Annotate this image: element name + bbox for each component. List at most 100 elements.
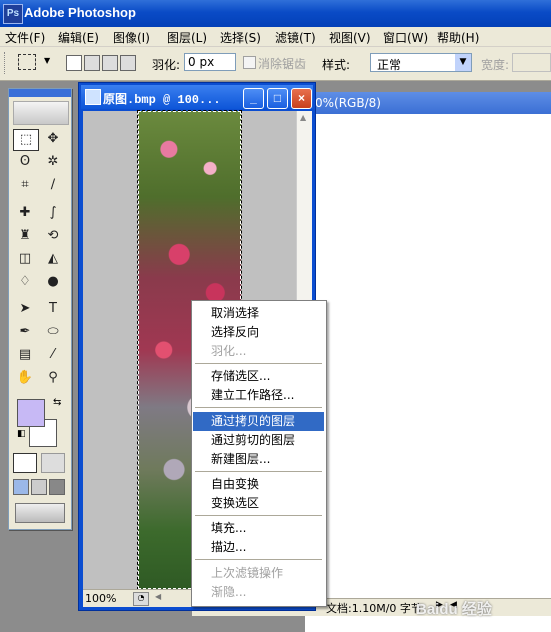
- options-bar: ▼ 羽化: 0 px 消除锯齿 样式: 正常 ▼ 宽度:: [0, 47, 551, 81]
- clone-stamp-icon[interactable]: ♜: [13, 226, 37, 246]
- jump-to-imageready-icon[interactable]: [15, 503, 65, 523]
- menu-filter[interactable]: 滤镜(T): [275, 29, 316, 46]
- menu-item-save-selection[interactable]: 存储选区...: [193, 367, 324, 386]
- feather-input[interactable]: 0 px: [184, 53, 236, 71]
- menu-edit[interactable]: 编辑(E): [58, 29, 99, 46]
- paint-bucket-icon[interactable]: ◭: [41, 249, 65, 269]
- status-info-icon[interactable]: ◔: [133, 592, 149, 606]
- second-document-title-bar[interactable]: 0%(RGB/8): [305, 92, 551, 114]
- menu-file[interactable]: 文件(F): [5, 29, 45, 46]
- photoshop-icon: Ps: [3, 4, 23, 24]
- menu-item-feather[interactable]: 羽化...: [193, 342, 324, 361]
- default-colors-icon[interactable]: ◧: [17, 429, 26, 439]
- swap-colors-icon[interactable]: ⇆: [53, 397, 61, 408]
- eraser-icon[interactable]: ◫: [13, 249, 37, 269]
- chevron-down-icon[interactable]: ▼: [455, 54, 471, 71]
- width-input[interactable]: [512, 53, 551, 72]
- intersect-selection-icon[interactable]: [120, 55, 136, 71]
- toolbox: ⬚ ✥ ʘ ✲ ⌗ ∕ ✚ ∫ ♜ ⟲ ◫ ◭ ♢ ● ➤ T ✒ ⬭ ▤ ⁄ …: [8, 88, 72, 530]
- menu-item-new-layer[interactable]: 新建图层...: [193, 450, 324, 469]
- menu-item-last-filter[interactable]: 上次滤镜操作: [193, 564, 324, 583]
- feather-label: 羽化:: [152, 58, 181, 72]
- second-document-title: 0%(RGB/8): [315, 96, 381, 110]
- slice-icon[interactable]: ∕: [41, 175, 65, 195]
- menu-item-free-transform[interactable]: 自由变换: [193, 475, 324, 494]
- width-label: 宽度:: [481, 58, 510, 72]
- menu-item-fill[interactable]: 填充...: [193, 519, 324, 538]
- style-label: 样式:: [322, 58, 351, 72]
- style-select-value: 正常: [377, 58, 402, 72]
- menu-layer[interactable]: 图层(L): [167, 29, 207, 46]
- menu-item-fade[interactable]: 渐隐...: [193, 583, 324, 602]
- toolbox-title-bar[interactable]: [9, 89, 71, 97]
- minimize-icon[interactable]: _: [243, 88, 264, 109]
- rect-marquee-icon[interactable]: ⬚: [13, 129, 39, 151]
- document-title: 原图.bmp @ 100...: [103, 93, 221, 107]
- menu-item-make-work-path[interactable]: 建立工作路径...: [193, 386, 324, 405]
- document-title-bar[interactable]: 原图.bmp @ 100... _ □ ×: [81, 85, 313, 109]
- menu-item-inverse[interactable]: 选择反向: [193, 323, 324, 342]
- hscroll-left-icon[interactable]: ◀: [155, 592, 161, 601]
- history-brush-icon[interactable]: ⟲: [41, 226, 65, 246]
- close-icon[interactable]: ×: [291, 88, 312, 109]
- watermark: Baidu 经验: [416, 601, 492, 618]
- menu-view[interactable]: 视图(V): [329, 29, 371, 46]
- new-selection-icon[interactable]: [66, 55, 82, 71]
- hand-icon[interactable]: ✋: [13, 368, 37, 388]
- zoom-icon[interactable]: ⚲: [41, 368, 65, 388]
- document-zoom[interactable]: 100%: [85, 592, 116, 605]
- healing-brush-icon[interactable]: ✚: [13, 203, 37, 223]
- menu-separator: [195, 471, 322, 472]
- lasso-icon[interactable]: ʘ: [13, 152, 37, 172]
- move-icon[interactable]: ✥: [41, 129, 65, 149]
- brush-icon[interactable]: ∫: [41, 203, 65, 223]
- notes-icon[interactable]: ▤: [13, 345, 37, 365]
- menu-item-stroke[interactable]: 描边...: [193, 538, 324, 557]
- menu-item-layer-via-copy[interactable]: 通过拷贝的图层: [193, 412, 324, 431]
- pen-icon[interactable]: ✒: [13, 322, 37, 342]
- standard-mode-icon[interactable]: [13, 453, 37, 473]
- menu-item-transform-selection[interactable]: 变换选区: [193, 494, 324, 513]
- antialias-label: 消除锯齿: [258, 57, 307, 71]
- menu-bar: 文件(F) 编辑(E) 图像(I) 图层(L) 选择(S) 滤镜(T) 视图(V…: [0, 27, 551, 47]
- crop-icon[interactable]: ⌗: [13, 175, 37, 195]
- dodge-icon[interactable]: ●: [41, 272, 65, 292]
- blur-icon[interactable]: ♢: [13, 272, 37, 292]
- menu-separator: [195, 515, 322, 516]
- magic-wand-icon[interactable]: ✲: [41, 152, 65, 172]
- menu-separator: [195, 363, 322, 364]
- subtract-from-selection-icon[interactable]: [102, 55, 118, 71]
- scroll-up-icon[interactable]: ▲: [300, 113, 306, 122]
- quick-mask-icon[interactable]: [41, 453, 65, 473]
- antialias-checkbox[interactable]: [243, 56, 256, 69]
- preset-dropdown-arrow-icon[interactable]: ▼: [44, 56, 50, 65]
- app-title-bar: Ps Adobe Photoshop: [0, 0, 551, 27]
- context-menu: 取消选择 选择反向 羽化... 存储选区... 建立工作路径... 通过拷贝的图…: [191, 300, 327, 607]
- document-icon: [85, 89, 101, 105]
- full-screen-menu-icon[interactable]: [31, 479, 47, 495]
- second-document-canvas[interactable]: [305, 92, 551, 632]
- add-to-selection-icon[interactable]: [84, 55, 100, 71]
- menu-select[interactable]: 选择(S): [220, 29, 261, 46]
- type-icon[interactable]: T: [41, 299, 65, 319]
- maximize-icon[interactable]: □: [267, 88, 288, 109]
- ellipse-icon[interactable]: ⬭: [41, 322, 65, 342]
- app-title: Adobe Photoshop: [24, 5, 136, 20]
- marquee-preset-icon[interactable]: [18, 54, 36, 70]
- options-grip: [4, 52, 8, 74]
- menu-separator: [195, 559, 322, 560]
- menu-item-deselect[interactable]: 取消选择: [193, 304, 324, 323]
- full-screen-icon[interactable]: [49, 479, 65, 495]
- menu-item-layer-via-cut[interactable]: 通过剪切的图层: [193, 431, 324, 450]
- menu-image[interactable]: 图像(I): [113, 29, 150, 46]
- menu-separator: [195, 407, 322, 408]
- menu-help[interactable]: 帮助(H): [437, 29, 479, 46]
- feather-logo-icon[interactable]: [13, 101, 69, 125]
- second-document-status: 文档:1.10M/0 字节: [326, 602, 422, 615]
- style-select[interactable]: 正常 ▼: [370, 53, 472, 72]
- standard-screen-icon[interactable]: [13, 479, 29, 495]
- eyedropper-icon[interactable]: ⁄: [41, 345, 65, 365]
- menu-window[interactable]: 窗口(W): [383, 29, 428, 46]
- foreground-color-swatch[interactable]: [17, 399, 45, 427]
- path-selection-icon[interactable]: ➤: [13, 299, 37, 319]
